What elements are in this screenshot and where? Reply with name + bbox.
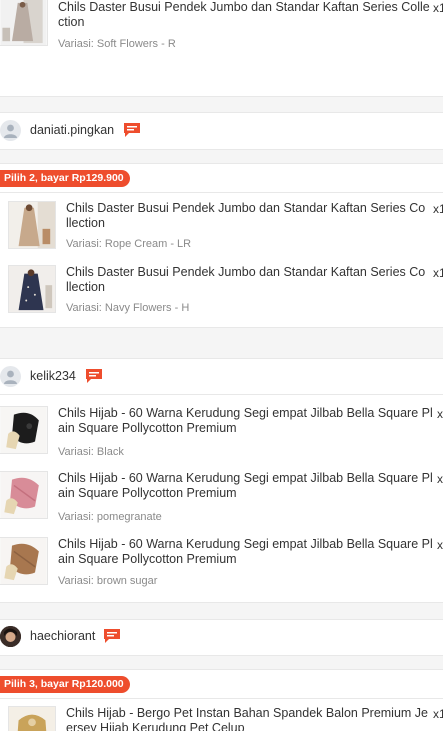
promo-badge: Pilih 2, bayar Rp129.900 bbox=[0, 170, 130, 187]
quantity-label: x1 bbox=[433, 202, 443, 216]
variant-label: Variasi: brown sugar bbox=[58, 575, 158, 587]
product-thumbnail bbox=[8, 201, 56, 249]
variant-label: Variasi: Navy Flowers - H bbox=[66, 302, 190, 314]
buyer-username[interactable]: daniati.pingkan bbox=[30, 123, 114, 137]
product-thumbnail bbox=[0, 537, 48, 585]
order-item[interactable]: Chils Hijab - 60 Warna Kerudung Segi emp… bbox=[0, 533, 443, 593]
divider bbox=[0, 192, 443, 193]
product-name[interactable]: Chils Hijab - Bergo Pet Instan Bahan Spa… bbox=[66, 706, 431, 731]
divider bbox=[0, 669, 443, 670]
quantity-label: x1 bbox=[433, 266, 443, 280]
product-name[interactable]: Chils Daster Busui Pendek Jumbo dan Stan… bbox=[66, 265, 431, 295]
variant-label: Variasi: pomegranate bbox=[58, 511, 162, 523]
quantity-label: x1 bbox=[437, 472, 443, 486]
quantity-label: x1 bbox=[437, 407, 443, 421]
product-thumbnail bbox=[8, 706, 56, 731]
divider bbox=[0, 698, 443, 699]
quantity-label: x1 bbox=[437, 538, 443, 552]
variant-label: Variasi: Rope Cream - LR bbox=[66, 238, 192, 250]
buyer-username[interactable]: kelik234 bbox=[30, 369, 76, 383]
buyer-row: haechiorant bbox=[0, 619, 443, 655]
default-user-icon[interactable] bbox=[0, 366, 21, 387]
section-gap bbox=[0, 97, 443, 112]
product-name[interactable]: Chils Hijab - 60 Warna Kerudung Segi emp… bbox=[58, 406, 433, 436]
chat-icon[interactable] bbox=[124, 123, 140, 137]
product-name[interactable]: Chils Hijab - 60 Warna Kerudung Segi emp… bbox=[58, 471, 433, 501]
product-name[interactable]: Chils Daster Busui Pendek Jumbo dan Stan… bbox=[58, 0, 433, 30]
variant-label: Variasi: Soft Flowers - R bbox=[58, 38, 176, 50]
divider bbox=[0, 163, 443, 164]
buyer-row: daniati.pingkan bbox=[0, 113, 443, 149]
product-thumbnail bbox=[0, 471, 48, 519]
quantity-label: x1 bbox=[433, 1, 443, 15]
user-photo[interactable] bbox=[0, 626, 21, 647]
order-item[interactable]: Chils Daster Busui Pendek Jumbo dan Stan… bbox=[0, 0, 443, 60]
product-name[interactable]: Chils Daster Busui Pendek Jumbo dan Stan… bbox=[66, 201, 431, 231]
variant-label: Variasi: Black bbox=[58, 446, 124, 458]
order-item[interactable]: Chils Hijab - Bergo Pet Instan Bahan Spa… bbox=[0, 702, 443, 731]
divider bbox=[0, 394, 443, 395]
section-gap bbox=[0, 150, 443, 163]
order-item[interactable]: Chils Hijab - 60 Warna Kerudung Segi emp… bbox=[0, 402, 443, 462]
buyer-row: kelik234 bbox=[0, 359, 443, 395]
product-name[interactable]: Chils Hijab - 60 Warna Kerudung Segi emp… bbox=[58, 537, 433, 567]
product-thumbnail bbox=[0, 0, 48, 46]
product-thumbnail bbox=[8, 265, 56, 313]
buyer-username[interactable]: haechiorant bbox=[30, 629, 95, 643]
chat-icon[interactable] bbox=[104, 629, 120, 643]
chat-icon[interactable] bbox=[86, 369, 102, 383]
quantity-label: x1 bbox=[433, 707, 443, 721]
section-gap bbox=[0, 603, 443, 619]
section-gap bbox=[0, 656, 443, 669]
product-thumbnail bbox=[0, 406, 48, 454]
section-gap bbox=[0, 328, 443, 358]
order-item[interactable]: Chils Hijab - 60 Warna Kerudung Segi emp… bbox=[0, 467, 443, 527]
order-item[interactable]: Chils Daster Busui Pendek Jumbo dan Stan… bbox=[0, 261, 443, 321]
order-item[interactable]: Chils Daster Busui Pendek Jumbo dan Stan… bbox=[0, 197, 443, 257]
default-user-icon[interactable] bbox=[0, 120, 21, 141]
promo-badge: Pilih 3, bayar Rp120.000 bbox=[0, 676, 130, 693]
